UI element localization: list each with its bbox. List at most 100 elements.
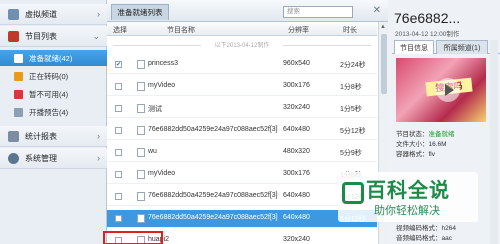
detail-title: 76e6882... bbox=[394, 10, 461, 26]
row-name: princess3 bbox=[148, 60, 178, 67]
file-icon bbox=[137, 170, 145, 179]
chevron-down-icon: ⌄ bbox=[92, 31, 100, 41]
report-icon bbox=[8, 130, 19, 142]
file-icon bbox=[137, 214, 145, 223]
row-resolution: 300x176 bbox=[283, 82, 310, 89]
sidebar-item-virtual-channel[interactable]: 虚拟频道 › bbox=[0, 4, 107, 25]
watermark-logo-icon bbox=[342, 182, 364, 204]
row-duration: 1分5秒 bbox=[340, 106, 362, 113]
column-name[interactable]: 节目名称 bbox=[167, 25, 195, 35]
sidebar-item-label: 准备就绪(42) bbox=[29, 53, 73, 63]
highlight-box bbox=[103, 231, 163, 244]
row-resolution: 960x540 bbox=[283, 60, 310, 67]
row-resolution: 300x176 bbox=[283, 170, 310, 177]
close-icon[interactable]: ✕ bbox=[373, 5, 381, 16]
detail-scrollbar[interactable] bbox=[490, 40, 498, 244]
gear-icon bbox=[8, 152, 19, 164]
container-format: 容器格式：flv bbox=[396, 151, 435, 158]
chevron-right-icon: › bbox=[97, 131, 100, 141]
table-row[interactable]: wu 480x320 5分9秒 bbox=[107, 144, 377, 162]
sidebar-item-transcoding[interactable]: 正在转码(0) bbox=[0, 68, 107, 84]
row-duration: 2分24秒 bbox=[340, 62, 366, 69]
table-row[interactable]: 76e6882dd50a4259e24a97c088aec52f[3] 640x4… bbox=[107, 188, 377, 206]
row-checkbox[interactable] bbox=[115, 149, 122, 156]
preview-icon bbox=[14, 107, 23, 117]
video-thumbnail[interactable]: 搜索吗 bbox=[396, 58, 486, 122]
row-checkbox[interactable] bbox=[115, 127, 122, 134]
detail-date: 2013-04-12 12:00制作 bbox=[395, 31, 460, 38]
sidebar-item-label: 系统管理 bbox=[25, 153, 57, 163]
table-row[interactable]: 76e6882dd50a4259e24a97c088aec52f[3] 640x4… bbox=[107, 210, 377, 228]
unavailable-icon bbox=[14, 89, 23, 99]
row-resolution: 320x240 bbox=[283, 104, 310, 111]
row-checkbox[interactable] bbox=[115, 83, 122, 90]
sidebar-item-label: 暂不可用(4) bbox=[29, 89, 69, 99]
play-icon[interactable] bbox=[436, 78, 460, 102]
sidebar-item-program-list[interactable]: 节目列表 ⌄ bbox=[0, 26, 107, 47]
file-size: 文件大小：16.6M bbox=[396, 141, 447, 148]
channel-icon bbox=[8, 8, 19, 20]
table-row[interactable]: 76e6882dd50a4259e24a97c088aec52f[3] 640x4… bbox=[107, 122, 377, 140]
sidebar-item-label: 正在转码(0) bbox=[29, 71, 69, 81]
row-resolution: 640x480 bbox=[283, 126, 310, 133]
watermark-title: 百科全说 bbox=[366, 180, 450, 202]
status-line: 节目状态：准备就绪 bbox=[396, 128, 455, 138]
row-checkbox[interactable] bbox=[115, 171, 122, 178]
sidebar: 虚拟频道 › 节目列表 ⌄ 准备就绪(42) 正在转码(0) 暂不可用(4) 开… bbox=[0, 0, 107, 244]
row-duration: 5分12秒 bbox=[340, 128, 366, 135]
row-checkbox[interactable]: ✔ bbox=[115, 61, 122, 68]
column-duration[interactable]: 时长 bbox=[343, 25, 357, 35]
file-icon bbox=[137, 126, 145, 135]
sidebar-item-reports[interactable]: 统计报表 › bbox=[0, 126, 107, 147]
sidebar-item-label: 虚拟频道 bbox=[25, 9, 57, 19]
table-row[interactable]: ✔ princess3 960x540 2分24秒 bbox=[107, 56, 377, 74]
status-label: 节目状态： bbox=[396, 131, 429, 138]
ready-icon bbox=[14, 53, 23, 63]
row-resolution: 640x480 bbox=[283, 214, 310, 221]
sidebar-item-system[interactable]: 系统管理 › bbox=[0, 148, 107, 169]
transcoding-icon bbox=[14, 71, 23, 81]
file-icon bbox=[137, 104, 145, 113]
file-icon bbox=[137, 192, 145, 201]
tab-channels[interactable]: 所属频道(1) bbox=[436, 40, 488, 54]
list-icon bbox=[8, 30, 19, 42]
sidebar-item-unavailable[interactable]: 暂不可用(4) bbox=[0, 86, 107, 102]
column-resolution[interactable]: 分辨率 bbox=[288, 25, 309, 35]
video-codec: 视频编码格式：h264 bbox=[396, 225, 456, 232]
row-resolution: 640x480 bbox=[283, 192, 310, 199]
row-resolution: 320x240 bbox=[283, 236, 310, 243]
tab-program-info[interactable]: 节目信息 bbox=[394, 40, 434, 54]
row-name: myVideo bbox=[148, 82, 176, 89]
row-duration: 1分8秒 bbox=[340, 84, 362, 91]
row-name: wu bbox=[148, 148, 157, 155]
scrollbar-thumb[interactable] bbox=[381, 34, 387, 94]
column-select[interactable]: 选择 bbox=[113, 25, 127, 35]
sidebar-item-label: 统计报表 bbox=[25, 131, 57, 141]
sidebar-item-label: 开播预告(4) bbox=[29, 107, 69, 117]
status-value: 准备就绪 bbox=[428, 131, 455, 138]
row-name: 76e6882dd50a4259e24a97c088aec52f[3] bbox=[148, 214, 278, 221]
search-input[interactable]: 搜索 bbox=[283, 6, 353, 18]
row-checkbox[interactable] bbox=[115, 105, 122, 112]
watermark-subtitle: 助你轻松解决 bbox=[374, 205, 440, 217]
detail-tabs: 节目信息 所属频道(1) bbox=[392, 40, 500, 54]
row-resolution: 480x320 bbox=[283, 148, 310, 155]
row-checkbox[interactable] bbox=[115, 215, 122, 222]
tab-ready-list[interactable]: 准备就绪列表 bbox=[111, 4, 169, 20]
table-row[interactable]: myVideo300x1761分8秒 bbox=[107, 166, 377, 184]
table-row[interactable]: 测试 320x240 1分5秒 bbox=[107, 100, 377, 118]
file-icon bbox=[137, 60, 145, 69]
sidebar-item-ready[interactable]: 准备就绪(42) bbox=[0, 50, 107, 66]
row-name: 76e6882dd50a4259e24a97c088aec52f[3] bbox=[148, 126, 278, 133]
file-icon bbox=[137, 148, 145, 157]
row-checkbox[interactable] bbox=[115, 193, 122, 200]
row-duration: 5分9秒 bbox=[340, 150, 362, 157]
scroll-up-icon[interactable]: ▲ bbox=[380, 24, 386, 30]
chevron-right-icon: › bbox=[97, 153, 100, 163]
row-name: 76e6882dd50a4259e24a97c088aec52f[3] bbox=[148, 192, 278, 199]
file-icon bbox=[137, 82, 145, 91]
sidebar-item-preview[interactable]: 开播预告(4) bbox=[0, 104, 107, 120]
table-row[interactable]: myVideo 300x176 1分8秒 bbox=[107, 78, 377, 96]
column-header: 选择 节目名称 分辨率 时长 bbox=[107, 22, 377, 36]
sidebar-item-label: 节目列表 bbox=[25, 31, 57, 41]
